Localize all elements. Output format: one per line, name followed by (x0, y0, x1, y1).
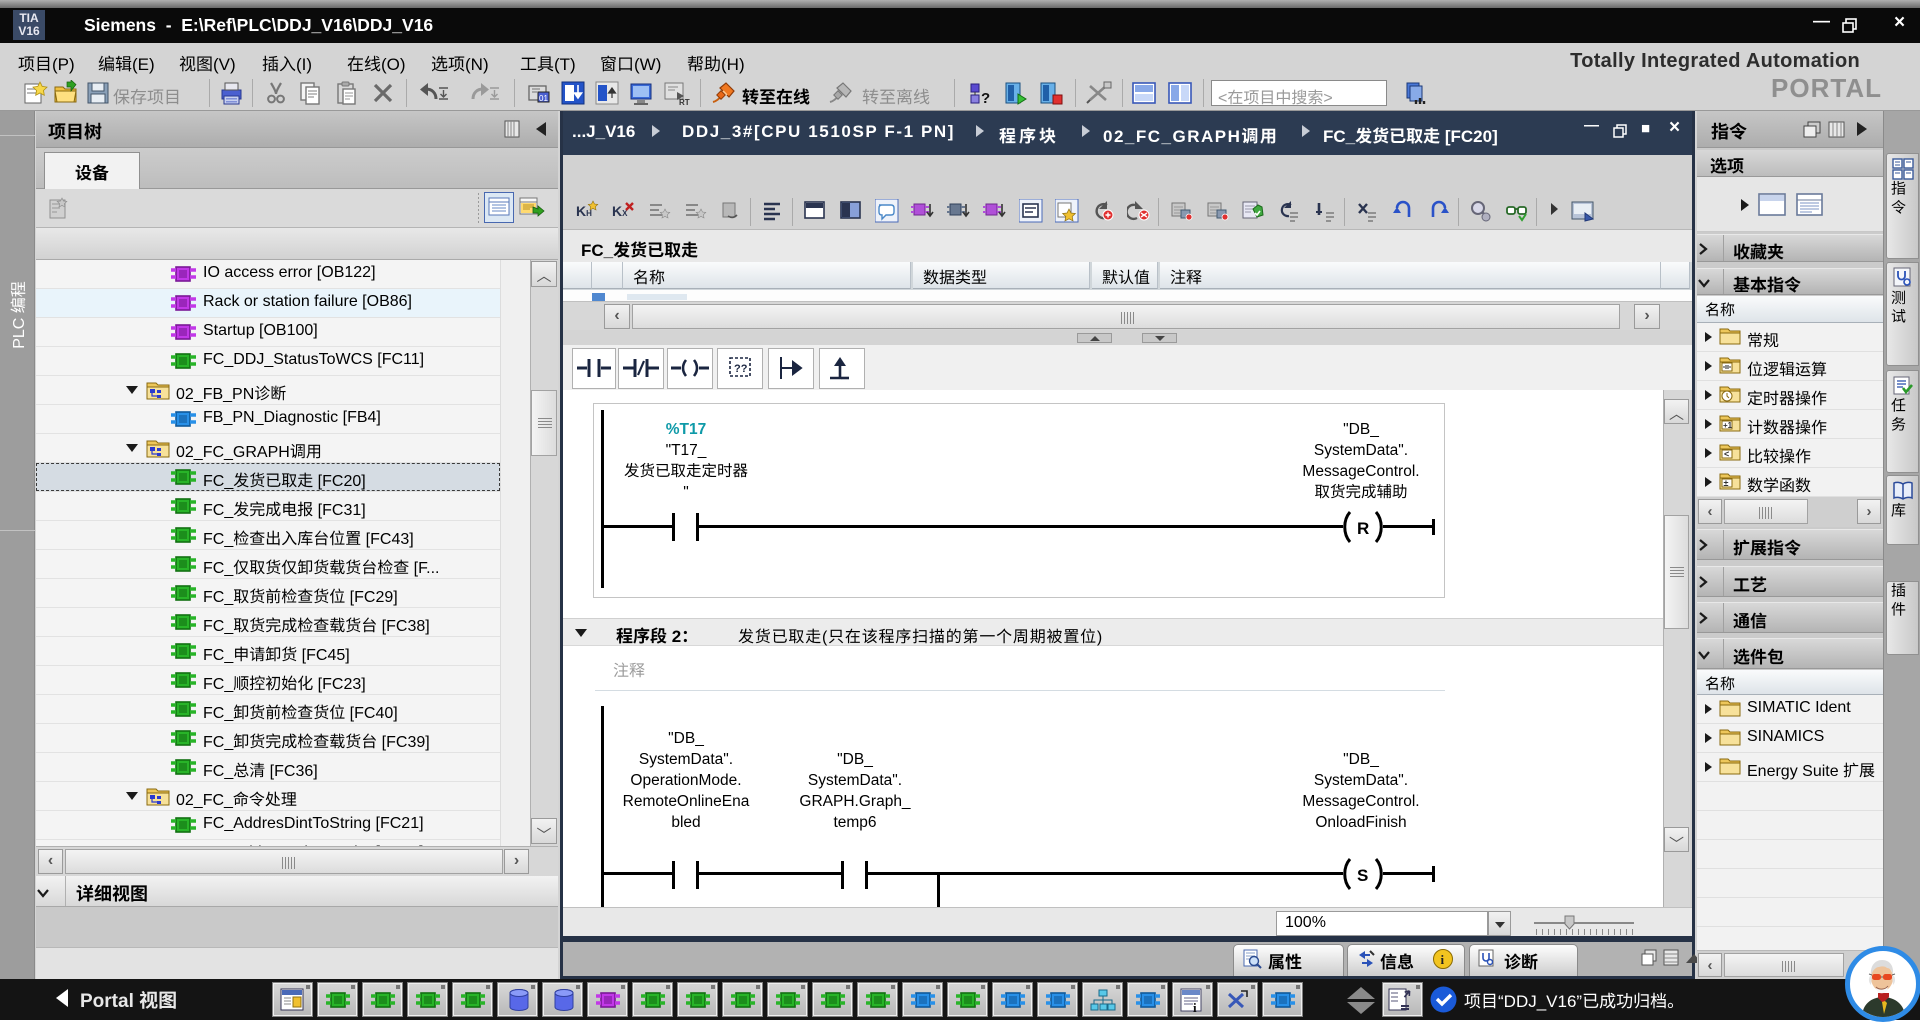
svg-text:i: i (1193, 1000, 1197, 1014)
svg-text:KX: KX (612, 203, 628, 219)
svg-text:<: < (1724, 449, 1729, 459)
svg-text:?: ? (981, 90, 990, 107)
svg-text:01: 01 (539, 94, 548, 103)
svg-text:i: i (1441, 952, 1445, 967)
svg-text:S: S (1357, 866, 1368, 885)
svg-text:RT: RT (679, 98, 690, 107)
svg-text:±: ± (1724, 478, 1729, 488)
svg-text:R: R (1357, 519, 1369, 538)
svg-text:+1: +1 (1723, 421, 1733, 430)
svg-text:??: ?? (734, 363, 748, 375)
